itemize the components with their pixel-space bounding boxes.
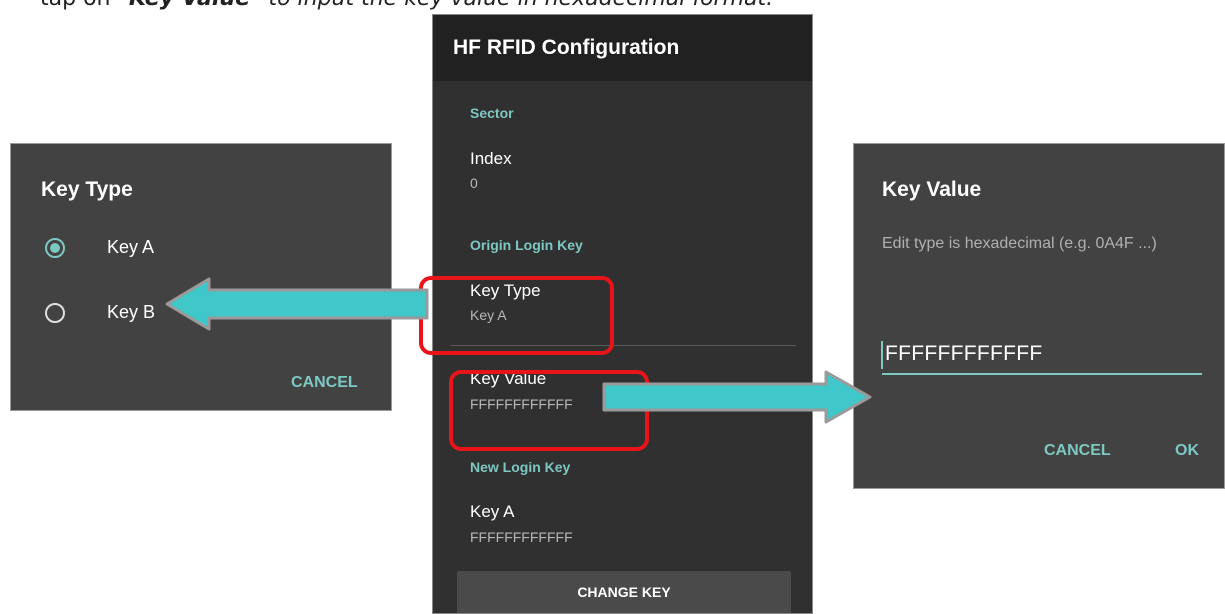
radio-label-key-b: Key B [107,302,156,322]
change-key-button[interactable]: CHANGE KEY [457,571,791,613]
key-a-title: Key A [470,502,515,521]
key-type-cancel-button[interactable]: CANCEL [291,374,358,392]
key-value-input-text: FFFFFFFFFFFF [885,342,1043,365]
key-value-dialog-message: Edit type is hexadecimal (e.g. 0A4F ...) [882,235,1157,252]
key-a-value: FFFFFFFFFFFF [470,529,573,545]
radio-checked-icon[interactable] [45,238,65,258]
instruction-caption: tap on "Key Value" to input the key valu… [40,0,773,11]
input-underline [882,373,1202,375]
section-new-login-key: New Login Key [470,459,571,475]
text-cursor [881,341,883,369]
index-value: 0 [470,175,478,191]
key-value-dialog-title: Key Value [882,178,982,201]
key-value-dialog: Key Value Edit type is hexadecimal (e.g.… [853,143,1225,489]
caption-suffix: to input the key value in hexadecimal fo… [261,0,773,11]
app-bar-title: HF RFID Configuration [433,15,812,81]
radio-label-key-a: Key A [107,237,155,257]
arrow-left-icon [165,277,429,331]
key-value-ok-button[interactable]: OK [1175,442,1199,460]
key-value-cancel-button[interactable]: CANCEL [1044,442,1111,460]
highlight-key-type [419,276,614,355]
section-origin-login-key: Origin Login Key [470,237,583,253]
index-title: Index [470,149,512,168]
radio-unchecked-icon[interactable] [45,303,65,323]
key-type-dialog-title: Key Type [41,178,133,201]
caption-bold: "Key Value" [117,0,261,11]
arrow-right-icon [602,370,872,424]
caption-prefix: tap on [40,0,117,11]
section-sector: Sector [470,105,514,121]
